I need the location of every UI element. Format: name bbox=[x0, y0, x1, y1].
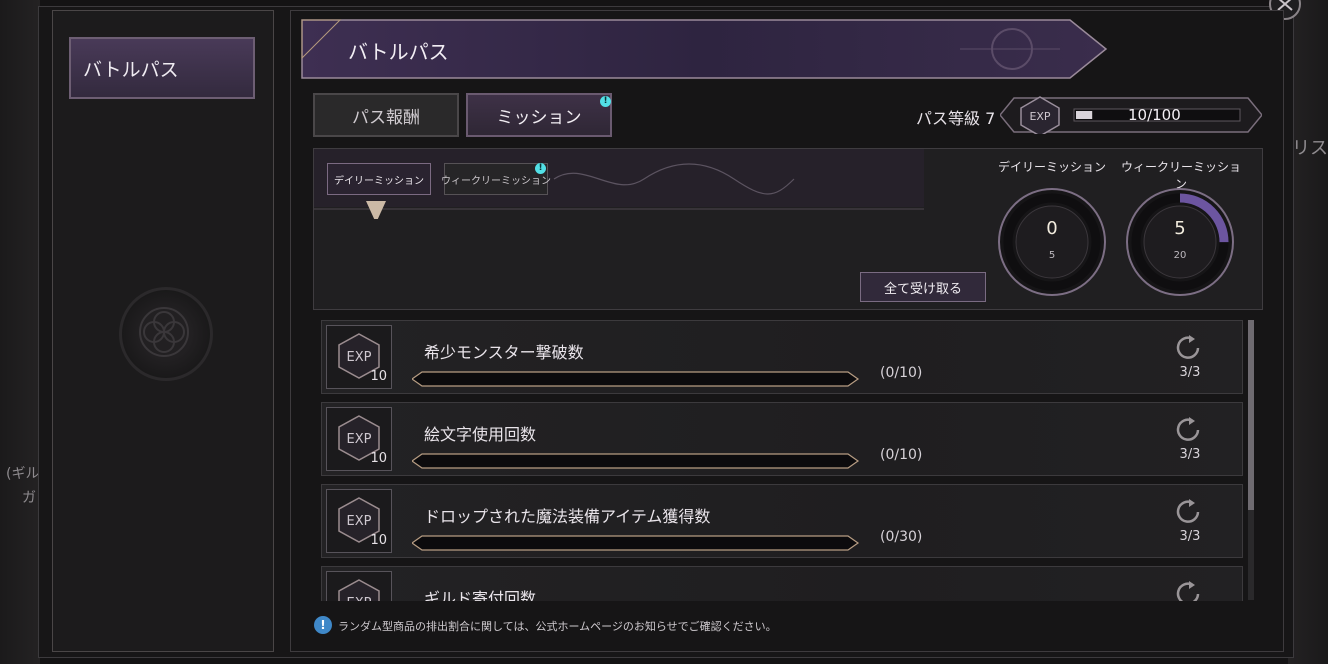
exp-reward-amount: 10 bbox=[370, 369, 387, 384]
info-icon: ! bbox=[314, 616, 332, 634]
mission-list: EXP 10 希少モンスター撃破数 (0/10) 3/3 EXP 10 絵文字使… bbox=[313, 316, 1263, 601]
svg-text:EXP: EXP bbox=[347, 514, 372, 529]
daily-ring-label: デイリーミッション bbox=[997, 160, 1106, 174]
exp-reward-amount: 10 bbox=[370, 451, 387, 466]
background-text-right: リス bbox=[1292, 138, 1328, 159]
svg-text:EXP: EXP bbox=[347, 596, 372, 601]
notification-badge-icon: ! bbox=[535, 163, 546, 174]
daily-ring-value: 0 bbox=[1046, 218, 1058, 239]
weekly-ring-max: 20 bbox=[1173, 250, 1187, 261]
tab-label: パス報酬 bbox=[352, 107, 420, 128]
mission-row[interactable]: EXP 10 ドロップされた魔法装備アイテム獲得数 (0/30) 3/3 bbox=[321, 484, 1243, 558]
svg-text:EXP: EXP bbox=[347, 350, 372, 365]
tab-missions[interactable]: ミッション bbox=[466, 93, 612, 137]
subtab-daily-missions[interactable]: デイリーミッション bbox=[327, 163, 431, 195]
mission-row[interactable]: EXP 10 希少モンスター撃破数 (0/10) 3/3 bbox=[321, 320, 1243, 394]
mission-row[interactable]: EXP ギルド寄付回数 bbox=[321, 566, 1243, 601]
mission-title: ギルド寄付回数 bbox=[424, 589, 537, 601]
exp-reward: EXP bbox=[326, 571, 392, 601]
exp-value: 10/100 bbox=[1128, 106, 1181, 124]
background-text-left: (ギル ガ bbox=[6, 466, 40, 506]
repeat-icon bbox=[1176, 417, 1200, 441]
repeat-count: 3/3 bbox=[1179, 447, 1201, 462]
tab-label: ミッション bbox=[496, 107, 582, 128]
notice-text: ランダム型商品の排出割合に関しては、公式ホームページのお知らせでご確認ください。 bbox=[338, 620, 777, 633]
sidebar-item-battle-pass[interactable]: バトルパス bbox=[69, 37, 255, 99]
weekly-ring-value: 5 bbox=[1174, 218, 1186, 239]
mission-progress-text: (0/30) bbox=[880, 529, 923, 545]
svg-text:EXP: EXP bbox=[347, 432, 372, 447]
repeat-icon bbox=[1176, 335, 1200, 359]
notification-badge-icon: ! bbox=[600, 96, 611, 107]
exp-reward: EXP 10 bbox=[326, 489, 392, 553]
mission-progress-bar bbox=[412, 371, 860, 387]
mission-progress-text: (0/10) bbox=[880, 447, 923, 463]
background-right bbox=[1288, 0, 1328, 664]
mission-row[interactable]: EXP 10 絵文字使用回数 (0/10) 3/3 bbox=[321, 402, 1243, 476]
repeat-icon bbox=[1176, 499, 1200, 523]
claim-all-label: 全て受け取る bbox=[883, 281, 962, 297]
sidebar: バトルパス bbox=[52, 10, 274, 652]
page-title: バトルパス bbox=[348, 40, 449, 64]
background-left bbox=[0, 0, 40, 664]
repeat-icon bbox=[1176, 581, 1200, 601]
subtab-label: デイリーミッション bbox=[334, 175, 424, 187]
repeat-count: 3/3 bbox=[1179, 529, 1201, 544]
weekly-progress-ring bbox=[1126, 188, 1234, 296]
mission-progress-bar bbox=[412, 535, 860, 551]
daily-progress-ring bbox=[998, 188, 1106, 296]
mission-progress-bar bbox=[412, 453, 860, 469]
exp-reward: EXP 10 bbox=[326, 407, 392, 471]
mission-title: ドロップされた魔法装備アイテム獲得数 bbox=[424, 507, 711, 526]
repeat-count: 3/3 bbox=[1179, 365, 1201, 380]
daily-ring-max: 5 bbox=[1048, 250, 1056, 261]
exp-reward: EXP 10 bbox=[326, 325, 392, 389]
mission-title: 希少モンスター撃破数 bbox=[424, 343, 584, 362]
sidebar-emblem-icon bbox=[119, 287, 213, 381]
tab-pass-rewards[interactable]: パス報酬 bbox=[313, 93, 459, 137]
exp-icon: EXP bbox=[338, 579, 380, 601]
claim-all-button[interactable]: 全て受け取る bbox=[860, 272, 986, 302]
mission-title: 絵文字使用回数 bbox=[424, 425, 537, 444]
exp-reward-amount: 10 bbox=[370, 533, 387, 548]
sidebar-item-label: バトルパス bbox=[83, 58, 179, 81]
mission-progress-text: (0/10) bbox=[880, 365, 923, 381]
exp-progress-fill bbox=[1076, 111, 1093, 119]
exp-icon-label: EXP bbox=[1029, 110, 1050, 123]
pass-level-label: パス等級 7 bbox=[916, 109, 996, 128]
subtab-label: ウィークリーミッション bbox=[441, 175, 551, 187]
subtab-weekly-missions[interactable]: ウィークリーミッション bbox=[441, 163, 551, 195]
scrollbar-thumb[interactable] bbox=[1248, 320, 1254, 510]
